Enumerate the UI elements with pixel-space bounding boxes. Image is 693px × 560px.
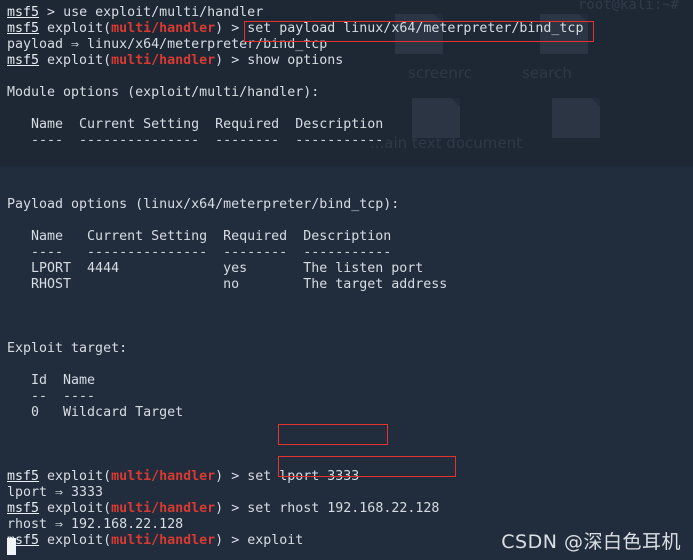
prompt-module-name: multi/handler	[111, 469, 216, 484]
terminal-line-prompt-showoptions: msf5 exploit(multi/handler) > show optio…	[7, 53, 344, 68]
payload-options-table-headers: Name Current Setting Required Descriptio…	[7, 229, 392, 244]
terminal-line-prompt-use: msf5 > use exploit/multi/handler	[7, 5, 264, 20]
command-show-options: show options	[247, 53, 344, 68]
terminal-line-payload-echo: payload ⇒ linux/x64/meterpreter/bind_tcp	[7, 37, 328, 52]
table-row: RHOST no The target address	[7, 277, 448, 292]
prompt-module-name: multi/handler	[111, 533, 216, 548]
prompt-msf5: msf5	[7, 5, 40, 20]
payload-options-heading: Payload options (linux/x64/meterpreter/b…	[7, 197, 400, 212]
terminal-line-lport-echo: lport ⇒ 3333	[7, 485, 104, 500]
prompt-msf5: msf5	[7, 21, 40, 36]
prompt-module-name: multi/handler	[111, 53, 216, 68]
terminal-cursor	[7, 538, 16, 555]
exploit-target-table-headers: Id Name	[7, 373, 96, 388]
command-set-payload: set payload linux/x64/meterpreter/bind_t…	[247, 21, 584, 36]
command-set-rhost: rhost 192.168.22.128	[279, 501, 440, 516]
set-keyword: set	[247, 469, 280, 484]
terminal-line-prompt-set-lport: msf5 exploit(multi/handler) > set lport …	[7, 469, 360, 484]
prompt-module-name: multi/handler	[111, 501, 216, 516]
command-exploit: exploit	[247, 533, 304, 548]
csdn-watermark: CSDN @深白色耳机	[501, 531, 681, 553]
prompt-msf5: msf5	[7, 53, 40, 68]
module-options-heading: Module options (exploit/multi/handler):	[7, 85, 320, 100]
exploit-target-heading: Exploit target:	[7, 341, 128, 356]
module-options-table-rules: ---- --------------- -------- ----------…	[7, 133, 384, 148]
module-options-table-headers: Name Current Setting Required Descriptio…	[7, 117, 384, 132]
terminal-line-prompt-setpayload: msf5 exploit(multi/handler) > set payloa…	[7, 21, 584, 36]
table-row: 0 Wildcard Target	[7, 405, 184, 420]
terminal-output: msf5 > use exploit/multi/handler msf5 ex…	[0, 0, 693, 560]
table-row: LPORT 4444 yes The listen port	[7, 261, 424, 276]
prompt-msf5: msf5	[7, 469, 40, 484]
prompt-module-name: multi/handler	[111, 21, 216, 36]
command-set-lport: lport 3333	[279, 469, 360, 484]
command-use: use exploit/multi/handler	[63, 5, 264, 20]
payload-options-table-rules: ---- --------------- -------- ----------…	[7, 245, 392, 260]
terminal-window[interactable]: screenrc search ...ain text document roo…	[0, 0, 693, 560]
set-keyword: set	[247, 501, 280, 516]
exploit-target-table-rules: -- ----	[7, 389, 96, 404]
prompt-msf5: msf5	[7, 501, 40, 516]
terminal-line-prompt-set-rhost: msf5 exploit(multi/handler) > set rhost …	[7, 501, 440, 516]
